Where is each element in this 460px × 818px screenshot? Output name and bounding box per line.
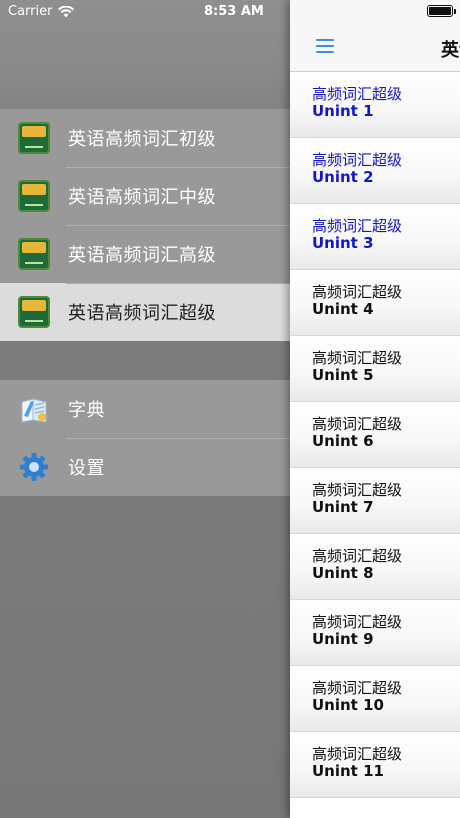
menu-item-label: 英语高频词汇初级 — [68, 129, 216, 150]
menu-item-super[interactable]: 英语高频词汇超级 — [0, 283, 290, 341]
unit-title: 高频词汇超级 — [312, 745, 403, 763]
tools-menu: 字典 设置 — [0, 380, 290, 496]
unit-number: Unint 10 — [312, 696, 384, 714]
battery-icon — [427, 5, 456, 17]
word-card-book-icon — [18, 122, 50, 154]
word-card-book-icon — [18, 296, 50, 328]
unit-title: 高频词汇超级 — [312, 85, 403, 103]
unit-number: Unint 7 — [312, 498, 374, 516]
unit-title: 高频词汇超级 — [312, 679, 403, 697]
unit-number: Unint 9 — [312, 630, 374, 648]
level-menu: 英语高频词汇初级 英语高频词汇中级 英语高频词汇高级 英语高频词汇超级 — [0, 109, 290, 341]
unit-number: Unint 8 — [312, 564, 374, 582]
word-card-book-icon — [18, 238, 50, 270]
menu-item-dictionary[interactable]: 字典 — [0, 380, 290, 438]
wifi-icon — [58, 5, 75, 18]
list-item[interactable]: 高频词汇超级 Unint 5 — [290, 336, 460, 402]
list-item[interactable]: 高频词汇超级 Unint 2 — [290, 138, 460, 204]
unit-list: 高频词汇超级 Unint 1 高频词汇超级 Unint 2 高频词汇超级 Uni… — [290, 72, 460, 798]
page-title: 英语高频词汇超级 — [441, 40, 460, 61]
dictionary-icon — [18, 393, 50, 425]
list-item[interactable]: 高频词汇超级 Unint 7 — [290, 468, 460, 534]
carrier-indicator: Carrier — [8, 4, 75, 19]
unit-number: Unint 1 — [312, 102, 374, 120]
carrier-label: Carrier — [8, 4, 53, 19]
unit-title: 高频词汇超级 — [312, 547, 403, 565]
list-item[interactable]: 高频词汇超级 Unint 11 — [290, 732, 460, 798]
menu-item-label: 设置 — [68, 458, 105, 479]
list-item[interactable]: 高频词汇超级 Unint 10 — [290, 666, 460, 732]
menu-item-advanced[interactable]: 英语高频词汇高级 — [0, 225, 290, 283]
side-drawer: 英语高频词汇初级 英语高频词汇中级 英语高频词汇高级 英语高频词汇超级 字典 设… — [0, 0, 290, 818]
unit-number: Unint 11 — [312, 762, 384, 780]
word-card-book-icon — [18, 180, 50, 212]
unit-number: Unint 2 — [312, 168, 374, 186]
list-item[interactable]: 高频词汇超级 Unint 3 — [290, 204, 460, 270]
menu-item-label: 英语高频词汇高级 — [68, 245, 216, 266]
menu-item-beginner[interactable]: 英语高频词汇初级 — [0, 109, 290, 167]
unit-title: 高频词汇超级 — [312, 349, 403, 367]
unit-number: Unint 5 — [312, 366, 374, 384]
status-bar: Carrier 8:53 AM — [0, 0, 460, 24]
list-item[interactable]: 高频词汇超级 Unint 1 — [290, 72, 460, 138]
unit-list-panel: 英语高频词汇超级 高频词汇超级 Unint 1 高频词汇超级 Unint 2 高… — [290, 0, 460, 818]
unit-title: 高频词汇超级 — [312, 151, 403, 169]
unit-number: Unint 6 — [312, 432, 374, 450]
hamburger-menu-icon[interactable] — [316, 39, 334, 53]
menu-item-label: 英语高频词汇中级 — [68, 187, 216, 208]
unit-title: 高频词汇超级 — [312, 481, 403, 499]
menu-item-intermediate[interactable]: 英语高频词汇中级 — [0, 167, 290, 225]
list-item[interactable]: 高频词汇超级 Unint 6 — [290, 402, 460, 468]
unit-number: Unint 3 — [312, 234, 374, 252]
menu-item-label: 字典 — [68, 400, 105, 421]
status-time: 8:53 AM — [204, 4, 264, 19]
unit-number: Unint 4 — [312, 300, 374, 318]
list-item[interactable]: 高频词汇超级 Unint 8 — [290, 534, 460, 600]
list-item[interactable]: 高频词汇超级 Unint 9 — [290, 600, 460, 666]
list-item[interactable]: 高频词汇超级 Unint 4 — [290, 270, 460, 336]
unit-title: 高频词汇超级 — [312, 415, 403, 433]
menu-item-settings[interactable]: 设置 — [0, 438, 290, 496]
unit-title: 高频词汇超级 — [312, 217, 403, 235]
gear-icon — [18, 451, 50, 483]
menu-item-label: 英语高频词汇超级 — [68, 303, 216, 324]
unit-title: 高频词汇超级 — [312, 283, 403, 301]
unit-title: 高频词汇超级 — [312, 613, 403, 631]
